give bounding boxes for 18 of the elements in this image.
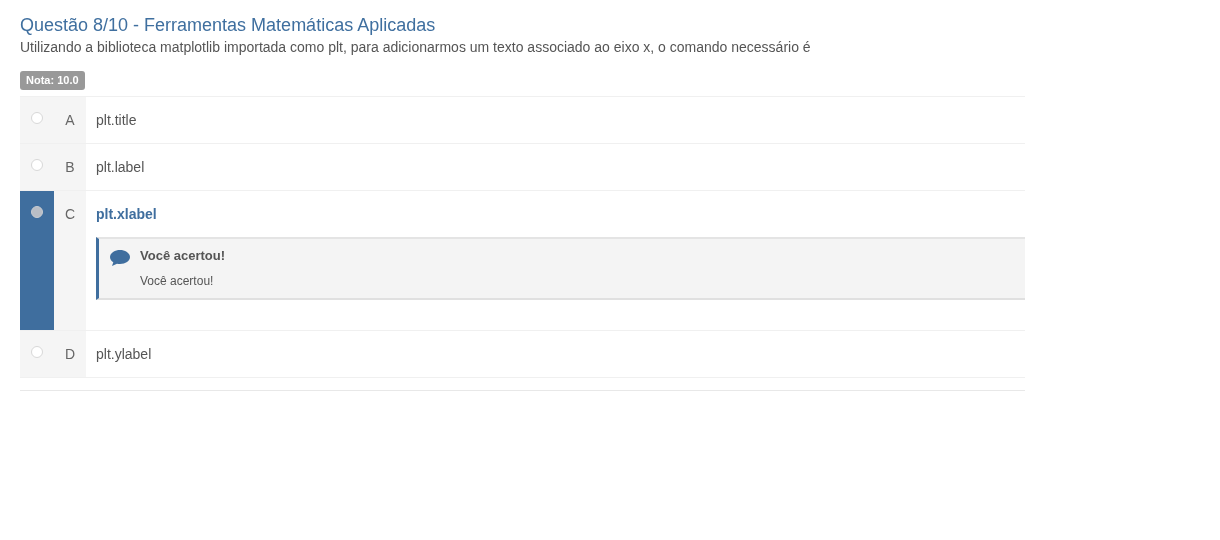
radio-button[interactable] xyxy=(31,346,43,358)
radio-button[interactable] xyxy=(31,112,43,124)
speech-bubble-icon xyxy=(109,249,131,267)
radio-button[interactable] xyxy=(31,159,43,171)
option-text[interactable]: plt.label xyxy=(96,144,145,190)
grade-badge: Nota: 10.0 xyxy=(20,71,85,90)
option-letter: D xyxy=(64,345,76,364)
option-text[interactable]: plt.xlabel xyxy=(96,191,157,237)
option-letter: B xyxy=(65,158,75,177)
option-letter: C xyxy=(64,205,76,224)
radio-button[interactable] xyxy=(31,206,43,218)
question-title: Questão 8/10 - Ferramentas Matemáticas Aplicadas xyxy=(20,14,437,37)
option-text[interactable]: plt.title xyxy=(96,97,137,143)
feedback-title: Você acertou! xyxy=(140,248,225,264)
option-letter: A xyxy=(65,111,75,130)
feedback-text: Você acertou! xyxy=(140,273,215,289)
question-text: Utilizando a biblioteca matplotlib importada como plt, para adicionarmos um texto associado ao eixo x, o comando necessário é xyxy=(20,38,812,57)
option-text[interactable]: plt.ylabel xyxy=(96,331,152,377)
